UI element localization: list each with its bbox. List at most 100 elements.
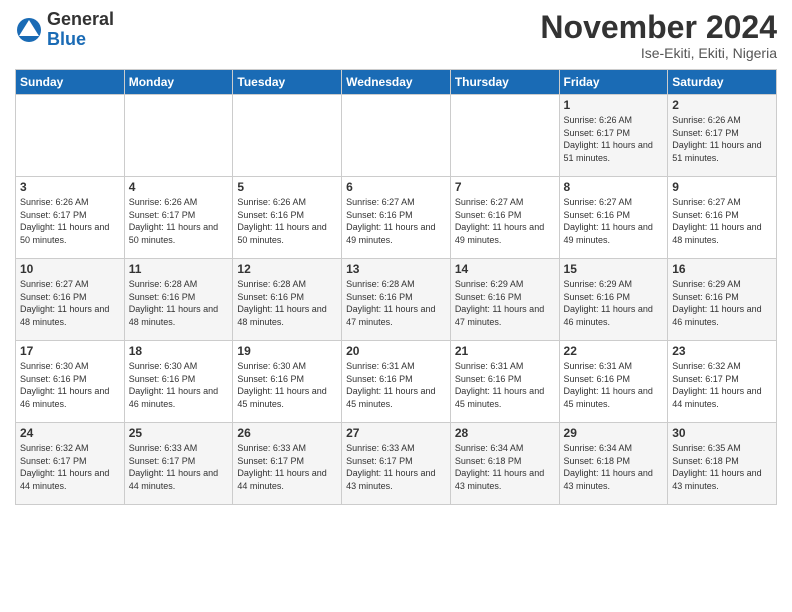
table-row: 29 Sunrise: 6:34 AM Sunset: 6:18 PM Dayli… [559,423,668,505]
table-row [342,95,451,177]
header-thursday: Thursday [450,70,559,95]
table-row [233,95,342,177]
calendar-week-row: 1 Sunrise: 6:26 AM Sunset: 6:17 PM Daylig… [16,95,777,177]
table-row: 12 Sunrise: 6:28 AM Sunset: 6:16 PM Dayli… [233,259,342,341]
day-number: 1 [564,98,664,112]
page-header: General Blue November 2024 Ise-Ekiti, Ek… [15,10,777,61]
table-row: 28Sunrise: 6:34 AM Sunset: 6:18 PM Dayli… [450,423,559,505]
table-row: 6Sunrise: 6:27 AM Sunset: 6:16 PM Daylig… [342,177,451,259]
day-number: 17 [20,344,120,358]
day-number: 13 [346,262,446,276]
day-number: 18 [129,344,229,358]
logo: General Blue [15,10,114,50]
header-saturday: Saturday [668,70,777,95]
day-info: Sunrise: 6:33 AM Sunset: 6:17 PM Dayligh… [237,442,337,492]
day-info: Sunrise: 6:28 AM Sunset: 6:16 PM Dayligh… [346,278,446,328]
day-info: Sunrise: 6:34 AM Sunset: 6:18 PM Dayligh… [455,442,555,492]
day-info: Sunrise: 6:27 AM Sunset: 6:16 PM Dayligh… [564,196,664,246]
day-number: 16 [672,262,772,276]
day-info: Sunrise: 6:26 AM Sunset: 6:17 PM Dayligh… [672,114,772,164]
table-row: 13 Sunrise: 6:28 AM Sunset: 6:16 PM Dayli… [342,259,451,341]
title-block: November 2024 Ise-Ekiti, Ekiti, Nigeria [540,10,777,61]
day-number: 23 [672,344,772,358]
day-number: 21 [455,344,555,358]
table-row: 26 Sunrise: 6:33 AM Sunset: 6:17 PM Dayli… [233,423,342,505]
day-info: Sunrise: 6:34 AM Sunset: 6:18 PM Dayligh… [564,442,664,492]
table-row: 8 Sunrise: 6:27 AM Sunset: 6:16 PM Daylig… [559,177,668,259]
logo-blue: Blue [47,29,86,49]
day-number: 14 [455,262,555,276]
day-info: Sunrise: 6:26 AM Sunset: 6:17 PM Dayligh… [564,114,664,164]
table-row: 20 Sunrise: 6:31 AM Sunset: 6:16 PM Dayli… [342,341,451,423]
header-sunday: Sunday [16,70,125,95]
table-row: 5Sunrise: 6:26 AM Sunset: 6:16 PM Daylig… [233,177,342,259]
table-row: 15 Sunrise: 6:29 AM Sunset: 6:16 PM Dayli… [559,259,668,341]
day-info: Sunrise: 6:30 AM Sunset: 6:16 PM Dayligh… [129,360,229,410]
day-info: Sunrise: 6:35 AM Sunset: 6:18 PM Dayligh… [672,442,772,492]
day-number: 3 [20,180,120,194]
table-row: 30Sunrise: 6:35 AM Sunset: 6:18 PM Dayli… [668,423,777,505]
logo-general: General [47,9,114,29]
day-info: Sunrise: 6:30 AM Sunset: 6:16 PM Dayligh… [237,360,337,410]
calendar-week-row: 17 Sunrise: 6:30 AM Sunset: 6:16 PM Dayli… [16,341,777,423]
day-number: 9 [672,180,772,194]
day-number: 4 [129,180,229,194]
day-info: Sunrise: 6:27 AM Sunset: 6:16 PM Dayligh… [672,196,772,246]
table-row: 3Sunrise: 6:26 AM Sunset: 6:17 PM Daylig… [16,177,125,259]
calendar-week-row: 24 Sunrise: 6:32 AM Sunset: 6:17 PM Dayli… [16,423,777,505]
day-number: 19 [237,344,337,358]
day-number: 27 [346,426,446,440]
table-row: 14 Sunrise: 6:29 AM Sunset: 6:16 PM Dayli… [450,259,559,341]
day-number: 26 [237,426,337,440]
calendar-week-row: 3 Sunrise: 6:26 AM Sunset: 6:17 PM Daylig… [16,177,777,259]
day-number: 2 [672,98,772,112]
table-row: 17Sunrise: 6:30 AM Sunset: 6:16 PM Dayli… [16,341,125,423]
day-info: Sunrise: 6:27 AM Sunset: 6:16 PM Dayligh… [455,196,555,246]
day-number: 25 [129,426,229,440]
month-title: November 2024 [540,10,777,45]
day-info: Sunrise: 6:33 AM Sunset: 6:17 PM Dayligh… [346,442,446,492]
day-number: 7 [455,180,555,194]
day-info: Sunrise: 6:29 AM Sunset: 6:16 PM Dayligh… [455,278,555,328]
calendar-table: Sunday Monday Tuesday Wednesday Thursday… [15,69,777,505]
table-row: 21 Sunrise: 6:31 AM Sunset: 6:16 PM Dayli… [450,341,559,423]
day-number: 15 [564,262,664,276]
table-row [450,95,559,177]
day-info: Sunrise: 6:28 AM Sunset: 6:16 PM Dayligh… [237,278,337,328]
table-row: 11Sunrise: 6:28 AM Sunset: 6:16 PM Dayli… [124,259,233,341]
table-row: 9 Sunrise: 6:27 AM Sunset: 6:16 PM Daylig… [668,177,777,259]
day-number: 10 [20,262,120,276]
day-number: 20 [346,344,446,358]
page-container: General Blue November 2024 Ise-Ekiti, Ek… [0,0,792,515]
day-info: Sunrise: 6:31 AM Sunset: 6:16 PM Dayligh… [346,360,446,410]
day-info: Sunrise: 6:26 AM Sunset: 6:17 PM Dayligh… [129,196,229,246]
location-subtitle: Ise-Ekiti, Ekiti, Nigeria [540,45,777,61]
day-number: 5 [237,180,337,194]
day-info: Sunrise: 6:29 AM Sunset: 6:16 PM Dayligh… [564,278,664,328]
day-number: 8 [564,180,664,194]
header-monday: Monday [124,70,233,95]
day-info: Sunrise: 6:29 AM Sunset: 6:16 PM Dayligh… [672,278,772,328]
day-info: Sunrise: 6:32 AM Sunset: 6:17 PM Dayligh… [20,442,120,492]
table-row: 1 Sunrise: 6:26 AM Sunset: 6:17 PM Daylig… [559,95,668,177]
day-info: Sunrise: 6:31 AM Sunset: 6:16 PM Dayligh… [455,360,555,410]
day-info: Sunrise: 6:27 AM Sunset: 6:16 PM Dayligh… [346,196,446,246]
day-number: 24 [20,426,120,440]
day-number: 29 [564,426,664,440]
table-row: 24 Sunrise: 6:32 AM Sunset: 6:17 PM Dayli… [16,423,125,505]
table-row: 19 Sunrise: 6:30 AM Sunset: 6:16 PM Dayli… [233,341,342,423]
table-row: 27 Sunrise: 6:33 AM Sunset: 6:17 PM Dayli… [342,423,451,505]
table-row [124,95,233,177]
day-info: Sunrise: 6:28 AM Sunset: 6:16 PM Dayligh… [129,278,229,328]
table-row: 25 Sunrise: 6:33 AM Sunset: 6:17 PM Dayli… [124,423,233,505]
table-row: 2 Sunrise: 6:26 AM Sunset: 6:17 PM Daylig… [668,95,777,177]
day-number: 22 [564,344,664,358]
day-number: 12 [237,262,337,276]
logo-icon [15,16,43,44]
table-row: 10Sunrise: 6:27 AM Sunset: 6:16 PM Dayli… [16,259,125,341]
table-row: 18 Sunrise: 6:30 AM Sunset: 6:16 PM Dayli… [124,341,233,423]
table-row [16,95,125,177]
day-info: Sunrise: 6:33 AM Sunset: 6:17 PM Dayligh… [129,442,229,492]
table-row: 23Sunrise: 6:32 AM Sunset: 6:17 PM Dayli… [668,341,777,423]
logo-text: General Blue [47,10,114,50]
